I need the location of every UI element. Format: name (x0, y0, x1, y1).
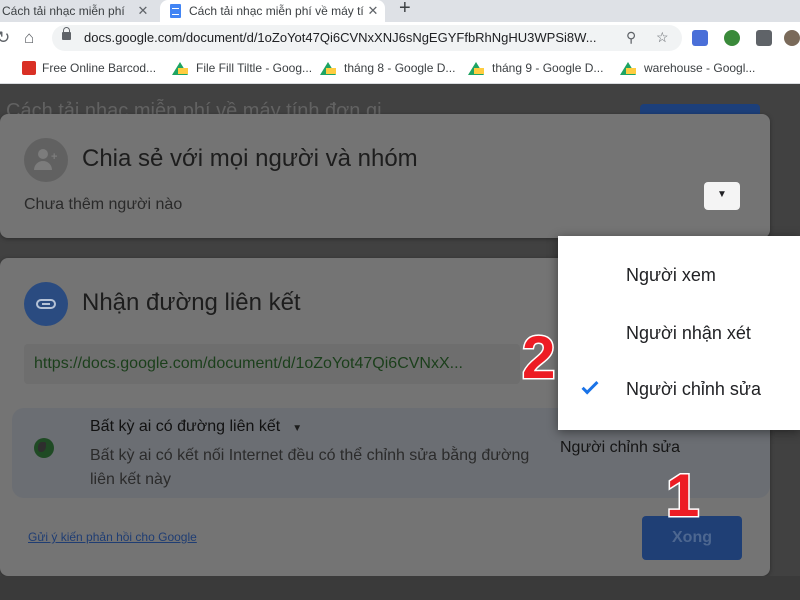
profile-avatar[interactable] (784, 30, 800, 46)
zoom-icon[interactable]: ⚲ (626, 29, 636, 46)
bookmarks-bar: g Free Online Barcod... File Fill Tiltle… (0, 54, 800, 84)
share-people-title: Chia sẻ với mọi người và nhóm (82, 145, 418, 172)
browser-toolbar: ↻ ⌂ docs.google.com/document/d/1oZoYot47… (0, 22, 800, 54)
general-access-dropdown[interactable]: Bất kỳ ai có đường liên kết ▼ (90, 418, 302, 436)
close-icon[interactable]: ✕ (135, 3, 151, 19)
drive-icon (620, 61, 636, 75)
bookmark-label: warehouse - Googl... (644, 61, 756, 75)
get-link-title: Nhận đường liên kết (82, 289, 301, 316)
bookmark-label: tháng 9 - Google D... (492, 61, 604, 75)
address-bar[interactable]: docs.google.com/document/d/1oZoYot47Qi6C… (52, 25, 682, 51)
bookmark-item[interactable]: tháng 9 - Google D... (468, 61, 603, 75)
globe-icon (34, 438, 54, 458)
bookmark-item[interactable]: Free Online Barcod... (22, 61, 156, 75)
role-select[interactable]: Người chỉnh sửa (560, 439, 680, 457)
share-people-subtitle: Chưa thêm người nào (24, 196, 183, 213)
bookmark-label: Free Online Barcod... (42, 61, 157, 75)
share-link-url: https://docs.google.com/document/d/1oZoY… (34, 355, 463, 372)
role-option-viewer[interactable]: Người xem (558, 250, 800, 300)
link-icon (24, 282, 68, 326)
browser-tab-2[interactable]: Cách tải nhạc miễn phí về máy tí ✕ (160, 0, 385, 22)
barcode-favicon-icon (22, 61, 36, 75)
drive-icon (320, 61, 336, 75)
reload-icon[interactable]: ↻ (0, 28, 10, 48)
apps-icon[interactable]: g (0, 61, 1, 75)
docs-favicon-icon (170, 4, 181, 18)
address-url[interactable]: docs.google.com/document/d/1oZoYot47Qi6C… (84, 30, 624, 45)
role-dropdown-button[interactable]: ▼ (704, 182, 740, 210)
share-people-card: + Chia sẻ với mọi người và nhóm Chưa thê… (0, 114, 770, 238)
role-option-label: Người nhận xét (626, 323, 751, 343)
caret-down-icon: ▼ (717, 189, 727, 200)
share-link-field[interactable]: https://docs.google.com/document/d/1oZoY… (24, 344, 520, 384)
send-feedback-link[interactable]: Gửi ý kiến phản hồi cho Google (28, 530, 197, 544)
extension-icon[interactable] (724, 30, 740, 46)
drive-icon (172, 61, 188, 75)
home-icon[interactable]: ⌂ (24, 28, 34, 48)
role-menu: Người xem Người nhận xét Người chỉnh sửa (558, 236, 800, 430)
bookmark-item[interactable]: tháng 8 - Google D... (320, 61, 455, 75)
puzzle-extensions-icon[interactable] (756, 30, 772, 46)
close-icon[interactable]: ✕ (365, 3, 381, 19)
general-access-label: Bất kỳ ai có đường liên kết (90, 418, 281, 435)
caret-down-icon: ▼ (292, 423, 303, 434)
role-option-label: Người chỉnh sửa (626, 379, 761, 399)
add-person-icon: + (24, 138, 68, 182)
bookmark-item[interactable]: warehouse - Googl... (620, 61, 755, 75)
check-icon (581, 377, 599, 395)
step-marker-1: 1 (664, 462, 700, 529)
browser-tab-1[interactable]: Cách tải nhạc miễn phí ✕ (0, 0, 155, 22)
bookmark-label: File Fill Tiltle - Goog... (196, 61, 313, 75)
bookmark-label: tháng 8 - Google D... (344, 61, 456, 75)
step-marker-2: 2 (520, 324, 556, 391)
bookmark-star-icon[interactable]: ☆ (656, 29, 669, 46)
bookmark-item[interactable]: File Fill Tiltle - Goog... (172, 61, 312, 75)
role-option-editor[interactable]: Người chỉnh sửa (576, 364, 782, 414)
tab-title: Cách tải nhạc miễn phí (2, 4, 125, 18)
lock-icon (62, 27, 71, 40)
drive-icon (468, 61, 484, 75)
translate-extension-icon[interactable] (692, 30, 708, 46)
browser-tab-strip: Cách tải nhạc miễn phí ✕ Cách tải nhạc m… (0, 0, 800, 22)
role-option-commenter[interactable]: Người nhận xét (558, 308, 800, 358)
document-background-footer (0, 576, 800, 600)
tab-title: Cách tải nhạc miễn phí về máy tí (189, 4, 364, 18)
general-access-description: Bất kỳ ai có kết nối Internet đều có thể… (90, 447, 530, 488)
role-option-label: Người xem (626, 265, 716, 285)
new-tab-icon[interactable]: + (399, 0, 411, 20)
